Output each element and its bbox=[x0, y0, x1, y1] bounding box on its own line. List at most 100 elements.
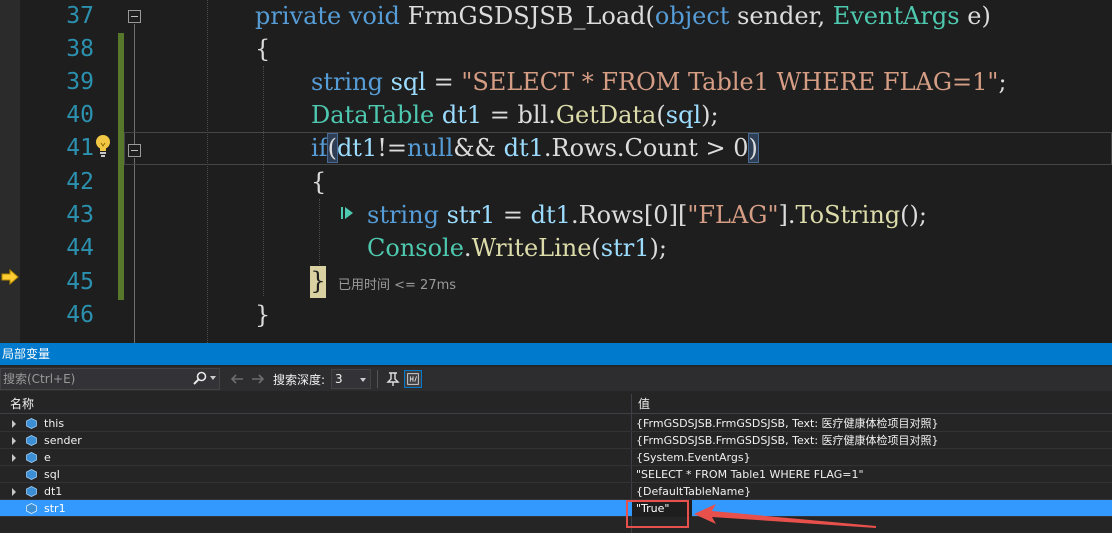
code-token: void bbox=[348, 2, 400, 30]
code-token: sql bbox=[665, 101, 702, 129]
code-line-41[interactable]: if(dt1!=null&& dt1.Rows.Count > 0) bbox=[311, 132, 759, 165]
pin-icon[interactable] bbox=[384, 370, 402, 388]
column-header-name[interactable]: 名称 bbox=[10, 394, 34, 414]
current-statement-brace: } bbox=[310, 266, 326, 298]
variable-value[interactable]: {FrmGSDSJSB.FrmGSDSJSB, Text: 医疗健康体检项目对照… bbox=[636, 415, 939, 432]
line-number: 40 bbox=[66, 102, 94, 128]
search-input[interactable]: 搜索(Ctrl+E) bbox=[0, 368, 220, 390]
code-line-38[interactable]: { bbox=[255, 33, 270, 66]
grid-header: 名称 值 bbox=[0, 394, 1112, 414]
field-icon bbox=[26, 469, 37, 480]
expand-arrow-icon[interactable] bbox=[12, 437, 16, 445]
variable-value[interactable]: {FrmGSDSJSB.FrmGSDSJSB, Text: 医疗健康体检项目对照… bbox=[636, 432, 939, 449]
code-token: str1 bbox=[446, 201, 496, 229]
code-token: ( bbox=[656, 101, 666, 129]
variable-name: sql bbox=[44, 468, 60, 481]
search-depth-select[interactable]: 3 bbox=[331, 369, 371, 389]
code-line-42[interactable]: { bbox=[311, 166, 326, 199]
code-token: = bbox=[495, 201, 531, 229]
code-token: dt1 bbox=[441, 101, 483, 129]
search-depth-value: 3 bbox=[335, 372, 343, 386]
collapse-method-toggle[interactable] bbox=[128, 10, 141, 23]
lightbulb-icon[interactable] bbox=[92, 133, 114, 159]
variable-value[interactable]: {DefaultTableName} bbox=[636, 483, 751, 500]
code-token: FrmGSDSJSB_Load bbox=[407, 2, 646, 30]
panel-title[interactable]: 局部变量 bbox=[0, 343, 1112, 365]
table-row[interactable]: this {FrmGSDSJSB.FrmGSDSJSB, Text: 医疗健康体… bbox=[0, 415, 1112, 432]
line-number: 38 bbox=[66, 36, 94, 62]
code-token: Console bbox=[367, 234, 464, 262]
line-number: 45 bbox=[66, 269, 94, 295]
perf-tip-elapsed[interactable]: 已用时间 <= 27ms bbox=[338, 274, 456, 293]
code-line-40[interactable]: DataTable dt1 = bll.GetData(sql); bbox=[311, 99, 719, 132]
code-token: null bbox=[406, 134, 454, 162]
code-editor[interactable]: 37 38 39 40 41 42 43 44 45 46 private vo… bbox=[0, 0, 1112, 343]
hex-display-icon[interactable] bbox=[404, 370, 422, 388]
code-line-44[interactable]: Console.WriteLine(str1); bbox=[367, 232, 667, 265]
code-token: .Rows.Count > 0 bbox=[543, 134, 749, 162]
search-icon[interactable] bbox=[192, 370, 208, 386]
code-token: = bll. bbox=[482, 101, 556, 129]
search-forward-icon[interactable] bbox=[250, 371, 266, 387]
code-token: EventArgs bbox=[832, 2, 960, 30]
locals-window: 局部变量 搜索(Ctrl+E) 搜索深度: 3 名称 值 this {FrmGS… bbox=[0, 343, 1112, 533]
field-icon bbox=[26, 418, 37, 429]
code-token: ( bbox=[591, 234, 601, 262]
code-token: e bbox=[967, 2, 982, 30]
search-back-icon[interactable] bbox=[229, 371, 245, 387]
code-token: WriteLine bbox=[471, 234, 592, 262]
table-row[interactable]: sql "SELECT * FROM Table1 WHERE FLAG=1" bbox=[0, 466, 1112, 483]
code-token: { bbox=[311, 168, 327, 196]
glyph-margin[interactable] bbox=[0, 0, 20, 343]
code-token: ); bbox=[649, 234, 667, 262]
field-icon bbox=[26, 452, 37, 463]
code-token: "FLAG" bbox=[687, 201, 779, 229]
variable-value[interactable]: "SELECT * FROM Table1 WHERE FLAG=1" bbox=[636, 466, 864, 483]
field-icon bbox=[26, 503, 37, 514]
matching-paren: ( bbox=[326, 133, 338, 163]
code-token: } bbox=[255, 301, 271, 329]
variable-name: sender bbox=[44, 434, 82, 447]
expand-arrow-icon[interactable] bbox=[12, 420, 16, 428]
table-row[interactable]: e {System.EventArgs} bbox=[0, 449, 1112, 466]
code-line-43[interactable]: string str1 = dt1.Rows[0]["FLAG"].ToStri… bbox=[367, 199, 927, 232]
table-row[interactable]: sender {FrmGSDSJSB.FrmGSDSJSB, Text: 医疗健… bbox=[0, 432, 1112, 449]
variable-value[interactable]: {System.EventArgs} bbox=[636, 449, 751, 466]
variable-name: this bbox=[44, 417, 65, 430]
code-token: (); bbox=[900, 201, 927, 229]
code-token: dt1 bbox=[530, 201, 571, 229]
line-number: 37 bbox=[66, 3, 94, 29]
code-token: private bbox=[255, 2, 342, 30]
code-token: ]. bbox=[778, 201, 796, 229]
code-token: . bbox=[463, 234, 472, 262]
code-token: = bbox=[425, 68, 462, 96]
execution-pointer-icon[interactable] bbox=[1, 269, 19, 285]
expand-arrow-icon[interactable] bbox=[12, 488, 16, 496]
change-tracking-bar bbox=[118, 33, 124, 300]
expand-arrow-icon[interactable] bbox=[12, 454, 16, 462]
code-token: string bbox=[311, 68, 383, 96]
run-to-click-icon[interactable] bbox=[340, 205, 354, 221]
variable-name: dt1 bbox=[44, 485, 63, 498]
table-row[interactable]: dt1 {DefaultTableName} bbox=[0, 483, 1112, 500]
code-token: dt1 bbox=[336, 134, 378, 162]
code-line-46[interactable]: } bbox=[255, 299, 270, 332]
code-token: && bbox=[453, 134, 504, 162]
column-header-value[interactable]: 值 bbox=[638, 394, 650, 414]
table-row-selected[interactable]: str1 "True" bbox=[0, 500, 1112, 517]
code-line-39[interactable]: string sql = "SELECT * FROM Table1 WHERE… bbox=[311, 66, 1007, 99]
line-number: 42 bbox=[66, 169, 94, 195]
locals-toolbar: 搜索(Ctrl+E) 搜索深度: 3 bbox=[0, 367, 1112, 391]
code-token: if bbox=[311, 134, 328, 162]
line-number: 41 bbox=[66, 135, 94, 161]
code-token: dt1 bbox=[503, 134, 544, 162]
code-token: string bbox=[367, 201, 439, 229]
line-number: 44 bbox=[66, 235, 94, 261]
indent-guide bbox=[207, 0, 208, 343]
indent-guide bbox=[319, 199, 320, 265]
search-dropdown-icon[interactable] bbox=[210, 376, 216, 380]
code-line-37[interactable]: private void FrmGSDSJSB_Load(object send… bbox=[255, 0, 991, 33]
annotation-highlight-box bbox=[626, 500, 689, 528]
code-token: object bbox=[654, 2, 730, 30]
code-token: { bbox=[255, 35, 271, 63]
